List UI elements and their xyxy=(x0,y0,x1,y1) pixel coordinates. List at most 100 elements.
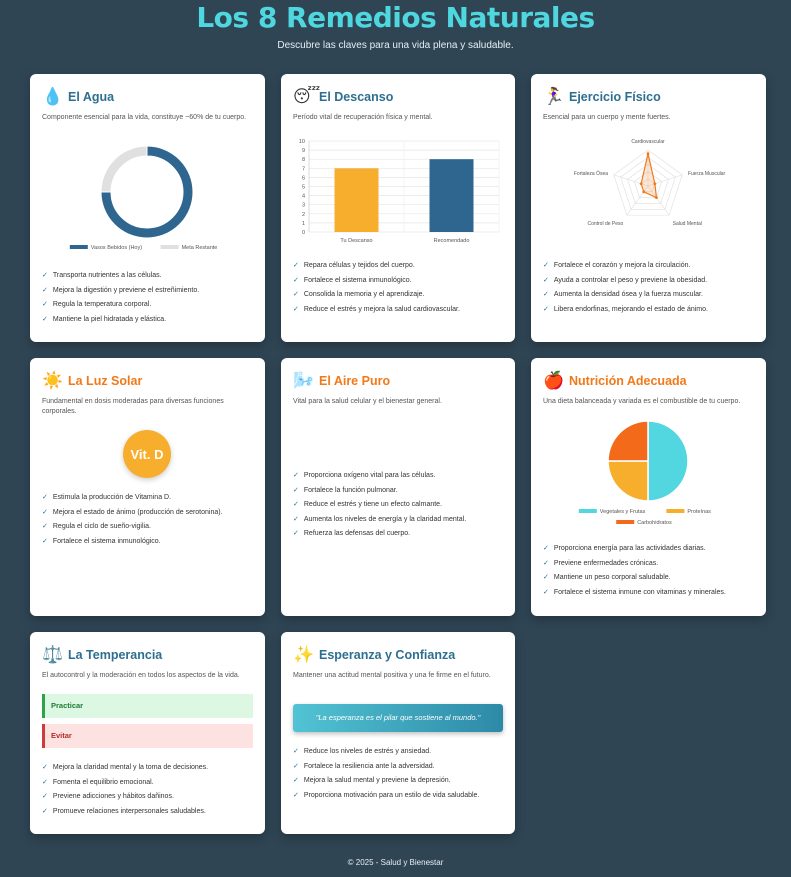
card-description: Vital para la salud celular y el bienest… xyxy=(293,398,442,405)
legend-swatch xyxy=(666,509,685,513)
check-icon: ✓ xyxy=(293,486,299,494)
legend-swatch xyxy=(69,245,88,249)
list-item: ✓ Mantiene un peso corporal saludable. xyxy=(543,574,756,582)
y-tick-label: 1 xyxy=(302,221,305,227)
list-item: ✓ Mejora la claridad mental y la toma de … xyxy=(42,764,255,772)
list-item: ✓ Regula el ciclo de sueño-vigilia. xyxy=(42,523,255,531)
y-tick-label: 0 xyxy=(302,230,305,236)
radar-point xyxy=(655,196,658,200)
page-header: Los 8 Remedios Naturales Descubre las cl… xyxy=(0,0,791,72)
card-title: El Aire Puro xyxy=(319,374,391,388)
list-item: ✓ Regula la temperatura corporal. xyxy=(42,301,255,309)
pie-slice xyxy=(647,420,689,502)
list-item: ✓ Mejora el estado de ánimo (producción d… xyxy=(42,509,255,517)
card-description: Período vital de recuperación física y m… xyxy=(293,114,433,121)
card-title: La Temperancia xyxy=(68,648,163,662)
list-item: ✓ Previene enfermedades crónicas. xyxy=(543,560,756,568)
list-item-text: Fortalece la función pulmonar. xyxy=(303,486,398,494)
list-item-text: Estimula la producción de Vitamina D. xyxy=(52,494,172,501)
x-tick-label: Tu Descanso xyxy=(340,238,372,244)
check-icon: ✓ xyxy=(293,791,299,799)
balance-scale-icon: ⚖️ xyxy=(42,645,64,664)
y-tick-label: 6 xyxy=(302,175,305,181)
list-item: ✓ Estimula la producción de Vitamina D. xyxy=(42,494,255,502)
legend-label: Proteínas xyxy=(687,509,711,515)
list-item-text: Transporta nutrientes a las células. xyxy=(52,272,162,279)
radar-point xyxy=(642,190,646,194)
card-aire-puro: 🌬️ El Aire Puro Vital para la salud celu… xyxy=(281,358,515,616)
radar-label: Fuerza Muscular xyxy=(688,171,726,177)
list-item: ✓ Fortalece el sistema inmunológico. xyxy=(42,538,255,546)
legend-label: Carbohidratos xyxy=(637,520,672,526)
card-title: Ejercicio Físico xyxy=(569,90,661,104)
radar-point xyxy=(646,152,650,155)
list-item-text: Reduce el estrés y mejora la salud cardi… xyxy=(303,305,460,313)
exercise-radar-chart: SaludCardiovascularFuerza MuscularSalud … xyxy=(574,138,726,227)
list-item-text: Fortalece la resiliencia ante la adversi… xyxy=(303,762,435,770)
list-item-text: Fortalece el sistema inmunológico. xyxy=(52,537,161,545)
wind-face-icon: 🌬️ xyxy=(293,371,315,390)
rest-bar-chart: 0 1 2 3 4 5 6 7 8 9 10 Tu Descanso Recomendado xyxy=(299,139,500,244)
list-item-text: Repara células y tejidos del cuerpo. xyxy=(303,262,415,269)
list-item: ✓ Repara células y tejidos del cuerpo. xyxy=(293,262,505,270)
check-icon: ✓ xyxy=(293,777,299,784)
list-item-text: Previene enfermedades crónicas. xyxy=(553,559,659,567)
list-item-text: Proporciona energía para las actividades… xyxy=(553,545,706,552)
list-item: ✓ Ayuda a controlar el peso y previene la… xyxy=(543,277,756,285)
y-tick-label: 9 xyxy=(302,148,305,154)
list-item: ✓ Fomenta el equilibrio emocional. xyxy=(42,779,255,787)
benefits-list: ✓ Proporciona energía para las actividade… xyxy=(543,545,756,603)
y-tick-label: 5 xyxy=(302,185,305,191)
check-icon: ✓ xyxy=(293,501,299,508)
card-description: El autocontrol y la moderación en todos … xyxy=(42,672,240,679)
check-icon: ✓ xyxy=(543,588,549,596)
x-tick-label: Recomendado xyxy=(434,238,470,244)
check-icon: ✓ xyxy=(543,574,549,581)
check-icon: ✓ xyxy=(293,291,299,298)
list-item: ✓ Fortalece el corazón y mejora la circul… xyxy=(543,262,756,270)
list-item-text: Mantiene la piel hidratada y elástica. xyxy=(52,315,167,323)
apple-icon: 🍎 xyxy=(543,371,565,390)
card-agua: 💧 El Agua Componente esencial para la vi… xyxy=(30,74,265,342)
sun-icon: ☀️ xyxy=(42,371,64,390)
list-item-text: Ayuda a controlar el peso y previene la … xyxy=(553,276,708,284)
benefits-list: ✓ Mejora la claridad mental y la toma de … xyxy=(42,764,255,822)
legend-label: Vegetales y Frutas xyxy=(600,509,646,515)
list-item-text: Fortalece el corazón y mejora la circula… xyxy=(553,262,691,269)
sleeping-face-icon: 😴 xyxy=(293,87,321,106)
radar-point xyxy=(639,182,643,186)
list-item: ✓ Libera endorfinas, mejorando el estado … xyxy=(543,306,756,314)
list-item-text: Fomenta el equilibrio emocional. xyxy=(52,778,154,786)
practicar-box: Practicar xyxy=(42,694,253,718)
list-item: ✓ Mantiene la piel hidratada y elástica. xyxy=(42,316,255,324)
check-icon: ✓ xyxy=(42,315,48,323)
evitar-box: Evitar xyxy=(42,724,253,748)
water-doughnut-chart: Vasos Bebidos (Hoy) Meta Restante xyxy=(69,145,217,251)
list-item: ✓ Refuerza las defensas del cuerpo. xyxy=(293,530,505,538)
card-ejercicio: 🏃‍♀️ Ejercicio Físico Esencial para un c… xyxy=(531,74,766,342)
list-item-text: Aumenta la densidad ósea y la fuerza mus… xyxy=(553,291,703,298)
list-item: ✓ Previene adicciones y hábitos dañinos. xyxy=(42,793,255,801)
page-footer: © 2025 - Salud y Bienestar xyxy=(347,858,444,867)
card-luz-solar: ☀️ La Luz Solar Fundamental en dosis mod… xyxy=(30,358,265,616)
sparkles-icon: ✨ xyxy=(293,645,315,664)
check-icon: ✓ xyxy=(42,494,48,501)
radar-label: Cardiovascular xyxy=(631,139,665,145)
bar xyxy=(334,168,379,232)
pie-slice xyxy=(607,460,649,502)
nutrition-pie-chart: Vegetales y Frutas Proteínas Carbohidratos xyxy=(578,420,711,526)
check-icon: ✓ xyxy=(293,262,299,269)
list-item: ✓ Reduce el estrés y tiene un efecto calm… xyxy=(293,501,505,509)
check-icon: ✓ xyxy=(293,530,299,537)
card-title: Esperanza y Confianza xyxy=(319,648,456,662)
list-item-text: Mejora la salud mental y previene la dep… xyxy=(303,777,451,784)
check-icon: ✓ xyxy=(543,545,549,552)
y-tick-label: 3 xyxy=(302,203,305,209)
radar-label: Fortaleza Ósea xyxy=(574,170,608,177)
check-icon: ✓ xyxy=(293,762,299,770)
water-drop-icon: 💧 xyxy=(42,87,64,106)
list-item: ✓ Promueve relaciones interpersonales sal… xyxy=(42,808,255,816)
list-item: ✓ Fortalece la función pulmonar. xyxy=(293,487,505,495)
check-icon: ✓ xyxy=(543,305,549,313)
benefits-list: ✓ Estimula la producción de Vitamina D. ✓ M… xyxy=(42,494,255,552)
